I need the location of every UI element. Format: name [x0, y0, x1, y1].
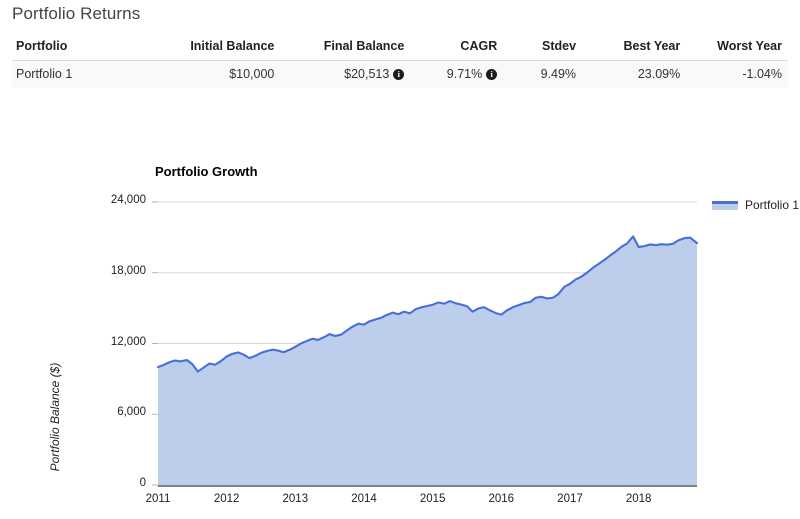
column-header-final-balance: Final Balance	[280, 36, 411, 61]
column-header-best-year: Best Year	[582, 36, 687, 61]
column-header-initial-balance: Initial Balance	[160, 36, 281, 61]
cagr-value: 9.71%	[446, 67, 483, 81]
table-row: Portfolio 1 $10,000 $20,513 i 9.71% i 9.49…	[12, 60, 788, 88]
series-area-portfolio-1	[158, 236, 697, 485]
chart-legend: Portfolio 1	[712, 198, 799, 212]
final-balance-value: $20,513	[344, 67, 390, 81]
legend-swatch-portfolio-1	[712, 200, 738, 210]
legend-label-portfolio-1: Portfolio 1	[745, 198, 800, 212]
cell-initial-balance: $10,000	[160, 60, 281, 88]
column-header-worst-year: Worst Year	[686, 36, 788, 61]
chart-plot-area	[152, 201, 699, 487]
cell-final-balance: $20,513 i	[280, 60, 411, 88]
cell-worst-year: -1.04%	[686, 60, 788, 88]
cell-cagr: 9.71% i	[410, 60, 504, 88]
column-header-cagr: CAGR	[410, 36, 504, 61]
column-header-portfolio: Portfolio	[12, 36, 161, 61]
portfolio-growth-chart: Portfolio Growth Portfolio Balance ($) 0…	[0, 140, 800, 519]
page-title: Portfolio Returns	[12, 4, 141, 23]
portfolio-returns-table: Portfolio Initial Balance Final Balance …	[12, 36, 788, 88]
cell-best-year: 23.09%	[582, 60, 687, 88]
table-header-row: Portfolio Initial Balance Final Balance …	[12, 36, 788, 61]
cell-stdev: 9.49%	[503, 60, 583, 88]
column-header-stdev: Stdev	[503, 36, 583, 61]
cell-portfolio-name: Portfolio 1	[12, 60, 161, 88]
cagr-info-icon[interactable]: i	[486, 69, 498, 80]
final-balance-info-icon[interactable]: i	[393, 69, 405, 80]
